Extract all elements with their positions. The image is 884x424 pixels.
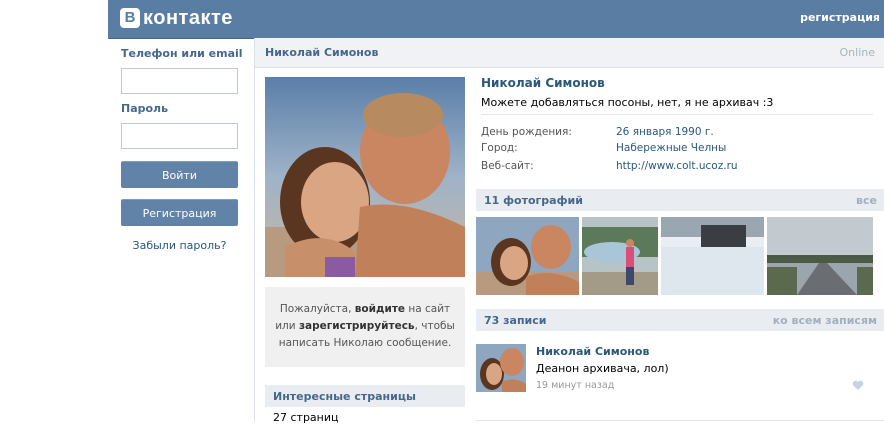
- header-register-link[interactable]: регистрация: [800, 11, 880, 24]
- message-login-link[interactable]: войдите: [355, 303, 405, 315]
- photo-thumb-4[interactable]: [767, 217, 873, 295]
- birthday-value[interactable]: 26 января 1990 г.: [616, 126, 714, 138]
- phone-email-input[interactable]: [121, 68, 238, 94]
- profile-avatar[interactable]: [265, 77, 465, 277]
- wall-post-text: Деанон архивача, лол): [536, 362, 669, 375]
- wall-post-author[interactable]: Николай Симонов: [536, 345, 649, 358]
- register-button[interactable]: Регистрация: [121, 199, 238, 226]
- photo-thumb-1[interactable]: [476, 217, 579, 295]
- website-label: Веб-сайт:: [481, 160, 534, 172]
- info-divider: [481, 114, 873, 115]
- city-label: Город:: [481, 142, 518, 154]
- login-panel: Телефон или email Пароль Войти Регистрац…: [108, 38, 253, 422]
- wall-divider: [476, 420, 884, 421]
- vk-logo-icon: В: [120, 8, 140, 28]
- profile-topbar: Николай Симонов Online: [255, 38, 884, 68]
- photos-all-link[interactable]: все: [856, 194, 877, 207]
- phone-email-label: Телефон или email: [121, 47, 243, 60]
- message-pre: Пожалуйста,: [279, 303, 355, 315]
- forgot-password-link[interactable]: Забыли пароль?: [121, 239, 238, 252]
- website-value[interactable]: http://www.colt.ucoz.ru: [616, 160, 738, 172]
- message-register-link[interactable]: зарегистрируйтесь: [299, 320, 415, 332]
- city-value[interactable]: Набережные Челны: [616, 142, 726, 154]
- message-prompt: Пожалуйста, войдите на сайт или зарегист…: [265, 287, 465, 367]
- photos-header[interactable]: 11 фотографий все: [476, 189, 884, 211]
- vk-logo[interactable]: В контакте: [120, 6, 233, 30]
- birthday-label: День рождения:: [481, 126, 572, 138]
- password-input[interactable]: [121, 123, 238, 149]
- photo-thumb-3[interactable]: [661, 217, 764, 295]
- online-status: Online: [839, 46, 875, 59]
- wall-title: 73 записи: [484, 314, 547, 327]
- wall-header[interactable]: 73 записи ко всем записям: [476, 309, 884, 331]
- login-button[interactable]: Войти: [121, 161, 238, 188]
- site-header: В контакте регистрация: [108, 0, 884, 39]
- interesting-pages-header[interactable]: Интересные страницы: [265, 385, 465, 407]
- profile-name: Николай Симонов: [481, 76, 605, 90]
- profile-main: Николай Симонов Online Пожалуйста, войди…: [254, 38, 884, 424]
- heart-icon[interactable]: [852, 380, 864, 391]
- photos-title: 11 фотографий: [484, 194, 583, 207]
- topbar-name: Николай Симонов: [265, 46, 379, 59]
- password-label: Пароль: [121, 102, 169, 115]
- profile-status: Можете добавляться посоны, нет, я не арх…: [481, 96, 774, 109]
- photo-thumb-2[interactable]: [582, 217, 658, 295]
- wall-post-time[interactable]: 19 минут назад: [536, 380, 614, 391]
- wall-post-avatar[interactable]: [476, 344, 526, 392]
- interesting-pages-count: 27 страниц: [273, 411, 339, 424]
- wall-all-link[interactable]: ко всем записям: [773, 314, 877, 327]
- logo-text: контакте: [143, 6, 233, 29]
